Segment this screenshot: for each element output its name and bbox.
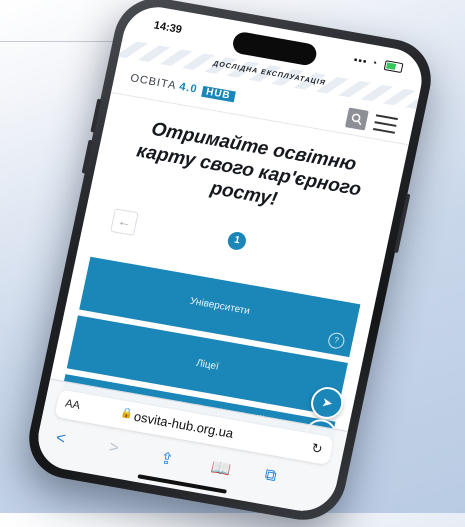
bookmarks-icon[interactable]: 📖 (209, 457, 233, 480)
logo-version: 4.0 (178, 80, 199, 96)
forward-icon[interactable]: > (107, 439, 120, 458)
hamburger-line (375, 114, 398, 121)
back-icon[interactable]: < (54, 430, 67, 449)
phone-mockup: 14:39 ▪▪▪ ◔ ДОСЛІДНА ЕКСПЛУАТАЦІЯ ОСВІТА… (21, 0, 439, 527)
search-icon (351, 113, 362, 126)
site-logo[interactable]: ОСВІТА4.0 HUB (129, 72, 236, 103)
step-indicator: 1 (226, 230, 248, 252)
side-button (393, 193, 411, 254)
volume-up-button (90, 98, 102, 133)
logo-text: ОСВІТА (129, 72, 178, 93)
back-arrow-button[interactable]: ← (110, 208, 139, 236)
volume-down-button (81, 139, 93, 174)
lock-icon: 🔒 (119, 407, 135, 421)
option-label: Університети (188, 295, 251, 318)
battery-icon (383, 60, 404, 74)
signal-icon: ▪▪▪ ◔ (352, 54, 380, 70)
help-icon[interactable]: ? (326, 331, 346, 350)
menu-button[interactable] (372, 114, 398, 134)
reload-icon[interactable]: ↻ (310, 440, 324, 458)
url-text[interactable]: osvita-hub.org.ua (133, 409, 235, 441)
phone-body: 14:39 ▪▪▪ ◔ ДОСЛІДНА ЕКСПЛУАТАЦІЯ ОСВІТА… (21, 0, 439, 527)
search-button[interactable] (344, 107, 369, 131)
status-time: 14:39 (152, 19, 183, 37)
hamburger-line (374, 121, 397, 127)
phone-screen: 14:39 ▪▪▪ ◔ ДОСЛІДНА ЕКСПЛУАТАЦІЯ ОСВІТА… (32, 1, 428, 517)
tabs-icon[interactable]: ⧉ (263, 466, 278, 486)
status-icons: ▪▪▪ ◔ (353, 55, 404, 74)
logo-hub: HUB (201, 85, 236, 103)
option-label: Ліцеї (195, 357, 220, 373)
share-icon[interactable]: ⇪ (158, 448, 175, 470)
hamburger-line (372, 127, 396, 134)
reader-settings-button[interactable]: AA (64, 398, 81, 412)
